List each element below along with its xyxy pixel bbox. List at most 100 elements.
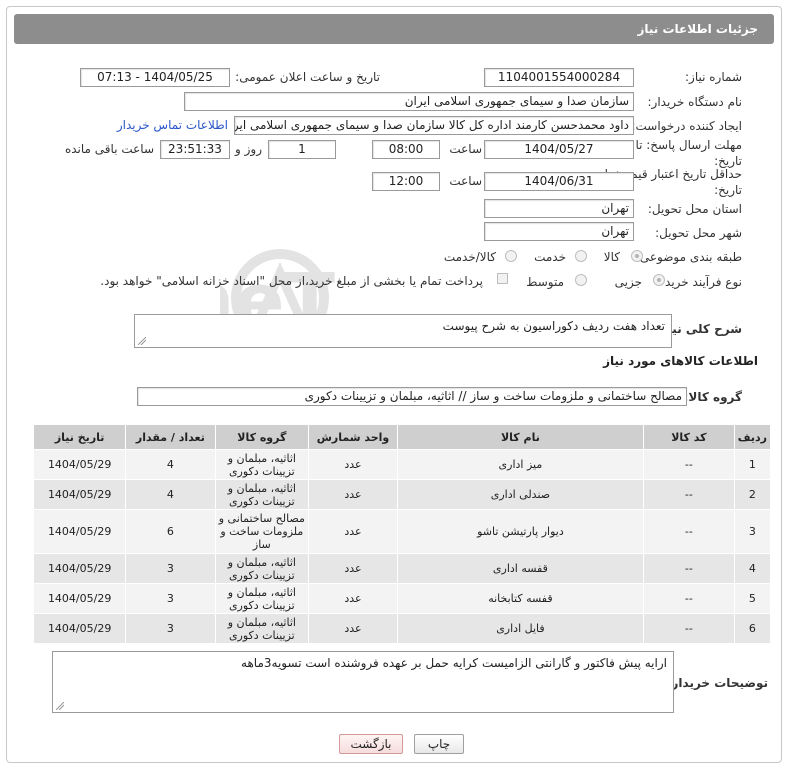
page-title: جزئیات اطلاعات نیاز: [637, 22, 758, 36]
col-header-index: ردیف: [733, 424, 772, 450]
row-group: اثاثیه، مبلمان و تزیینات دکوری: [214, 479, 310, 510]
row-code: --: [642, 553, 735, 584]
remaining-days-label: روز و: [235, 142, 262, 156]
buyer-notes-field: ارایه پیش فاکتور و گارانتی الزامیست کرای…: [52, 651, 674, 713]
process-radio-minor[interactable]: [653, 274, 665, 286]
resize-grip-icon: [138, 337, 146, 345]
row-name: میز اداری: [396, 449, 644, 480]
category-radio-goods-service[interactable]: [505, 250, 517, 262]
row-name: قفسه اداری: [396, 553, 644, 584]
row-name: فایل اداری: [396, 613, 644, 644]
row-index: 2: [733, 479, 772, 510]
category-radio-service[interactable]: [575, 250, 587, 262]
row-index: 6: [733, 613, 772, 644]
row-name: قفسه کتابخانه: [396, 583, 644, 614]
row-qty: 3: [125, 583, 216, 614]
print-button[interactable]: چاپ: [414, 734, 464, 754]
reply-deadline-date: 1404/05/27: [484, 140, 634, 159]
requester-label: ایجاد کننده درخواست:: [631, 119, 742, 133]
price-validity-date: 1404/06/31: [484, 172, 634, 191]
row-group: اثاثیه، مبلمان و تزیینات دکوری: [214, 553, 310, 584]
remaining-days: 1: [268, 140, 336, 159]
items-table: ردیف کد کالا نام کالا واحد شمارش گروه کا…: [32, 424, 772, 644]
category-radio-goods[interactable]: [631, 250, 643, 262]
table-row: 4 -- قفسه اداری عدد اثاثیه، مبلمان و تزی…: [32, 553, 772, 584]
category-option-service: خدمت: [534, 250, 566, 264]
requester-field: داود محمدحسن کارمند اداره کل کالا سازمان…: [234, 116, 634, 135]
process-option-medium: متوسط: [526, 275, 564, 289]
category-option-goods-service: کالا/خدمت: [443, 250, 496, 264]
table-row: 5 -- قفسه کتابخانه عدد اثاثیه، مبلمان و …: [32, 583, 772, 614]
need-number-label: شماره نیاز:: [685, 70, 742, 84]
row-date: 1404/05/29: [32, 553, 127, 584]
city-field: تهران: [484, 222, 634, 241]
buyer-contact-link[interactable]: اطلاعات تماس خریدار: [117, 118, 228, 132]
goods-group-label: گروه کالا:: [683, 390, 742, 404]
row-code: --: [642, 583, 735, 614]
reply-deadline-time: 08:00: [372, 140, 440, 159]
table-header-row: ردیف کد کالا نام کالا واحد شمارش گروه کا…: [32, 424, 772, 450]
row-qty: 4: [125, 449, 216, 480]
goods-group-field: مصالح ساختمانی و ملزومات ساخت و ساز // ا…: [137, 387, 687, 406]
row-unit: عدد: [308, 583, 398, 614]
row-group: مصالح ساختمانی و ملزومات ساخت و ساز: [214, 509, 310, 554]
col-header-code: کد کالا: [642, 424, 735, 450]
row-index: 1: [733, 449, 772, 480]
province-label: استان محل تحویل:: [647, 202, 742, 216]
row-name: صندلی اداری: [396, 479, 644, 510]
row-code: --: [642, 479, 735, 510]
remaining-time: 23:51:33: [160, 140, 230, 159]
col-header-date: تاریخ نیاز: [32, 424, 127, 450]
row-unit: عدد: [308, 613, 398, 644]
table-row: 2 -- صندلی اداری عدد اثاثیه، مبلمان و تز…: [32, 479, 772, 510]
col-header-unit: واحد شمارش: [308, 424, 398, 450]
price-validity-time-label: ساعت: [449, 174, 482, 188]
resize-grip-icon: [56, 702, 64, 710]
reply-deadline-label: مهلت ارسال پاسخ: تا تاریخ:: [635, 138, 742, 168]
row-group: اثاثیه، مبلمان و تزیینات دکوری: [214, 613, 310, 644]
row-index: 4: [733, 553, 772, 584]
row-qty: 3: [125, 553, 216, 584]
back-button[interactable]: بازگشت: [339, 734, 403, 754]
row-date: 1404/05/29: [32, 613, 127, 644]
row-name: دیوار پارتیشن تاشو: [396, 509, 644, 554]
col-header-name: نام کالا: [396, 424, 644, 450]
city-label: شهر محل تحویل:: [655, 226, 742, 240]
need-number-field: 1104001554000284: [484, 68, 634, 87]
payment-treasury-checkbox[interactable]: [497, 273, 508, 284]
goods-info-title: اطلاعات کالاهای مورد نیاز: [603, 354, 758, 368]
row-index: 3: [733, 509, 772, 554]
row-unit: عدد: [308, 479, 398, 510]
col-header-qty: تعداد / مقدار: [125, 424, 216, 450]
row-date: 1404/05/29: [32, 449, 127, 480]
buyer-notes-label: توضیحات خریدار:: [666, 676, 768, 690]
row-date: 1404/05/29: [32, 509, 127, 554]
summary-field: تعداد هفت ردیف دکوراسیون به شرح پیوست: [134, 314, 672, 348]
category-option-goods: کالا: [603, 250, 620, 264]
reply-deadline-time-label: ساعت: [449, 142, 482, 156]
col-header-group: گروه کالا: [214, 424, 310, 450]
row-qty: 4: [125, 479, 216, 510]
summary-text: تعداد هفت ردیف دکوراسیون به شرح پیوست: [442, 319, 665, 333]
row-qty: 3: [125, 613, 216, 644]
table-row: 6 -- فایل اداری عدد اثاثیه، مبلمان و تزی…: [32, 613, 772, 644]
row-code: --: [642, 449, 735, 480]
buyer-org-field: سازمان صدا و سیمای جمهوری اسلامی ایران: [184, 92, 634, 111]
buyer-org-label: نام دستگاه خریدار:: [647, 95, 743, 109]
row-group: اثاثیه، مبلمان و تزیینات دکوری: [214, 583, 310, 614]
row-date: 1404/05/29: [32, 583, 127, 614]
process-option-minor: جزیی: [614, 275, 642, 289]
row-unit: عدد: [308, 553, 398, 584]
row-unit: عدد: [308, 509, 398, 554]
announce-date-label: تاریخ و ساعت اعلان عمومی:: [235, 70, 380, 84]
announce-date-field: 1404/05/25 - 07:13: [80, 68, 230, 87]
row-index: 5: [733, 583, 772, 614]
process-label: نوع فرآیند خرید :: [657, 275, 742, 289]
row-qty: 6: [125, 509, 216, 554]
row-group: اثاثیه، مبلمان و تزیینات دکوری: [214, 449, 310, 480]
table-row: 3 -- دیوار پارتیشن تاشو عدد مصالح ساختما…: [32, 509, 772, 554]
row-date: 1404/05/29: [32, 479, 127, 510]
province-field: تهران: [484, 199, 634, 218]
process-radio-medium[interactable]: [575, 274, 587, 286]
category-label: طبقه بندی موضوعی:: [635, 250, 742, 264]
